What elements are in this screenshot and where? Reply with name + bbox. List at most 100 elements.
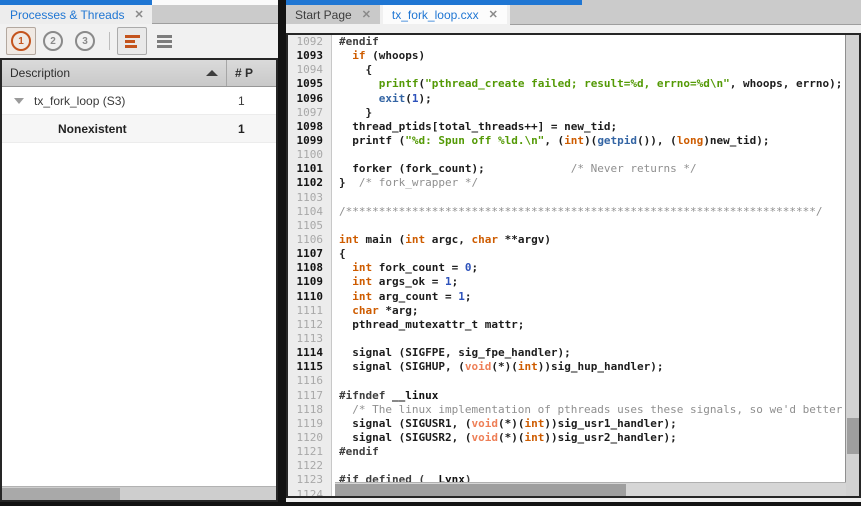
row-process-count: 1 — [226, 94, 276, 108]
line-number[interactable]: 1107 — [288, 247, 332, 261]
line-number[interactable]: 1101 — [288, 162, 332, 176]
tree-view-button[interactable] — [117, 27, 147, 55]
code-line[interactable]: 1113 — [288, 332, 846, 346]
code-line[interactable]: 1099 printf ("%d: Spun off %ld.\n", (int… — [288, 134, 846, 148]
line-number[interactable]: 1111 — [288, 304, 332, 318]
line-number[interactable]: 1112 — [288, 318, 332, 332]
editor-horizontal-scrollbar-thumb[interactable] — [335, 484, 626, 496]
code-line[interactable]: 1115 signal (SIGHUP, (void(*)(int))sig_h… — [288, 360, 846, 374]
line-number[interactable]: 1121 — [288, 445, 332, 459]
line-number[interactable]: 1123 — [288, 473, 332, 487]
expander-triangle-icon[interactable] — [14, 98, 24, 104]
editor-horizontal-scrollbar[interactable] — [335, 482, 846, 496]
process-tree-rows: tx_fork_loop (S3)1Nonexistent1 — [2, 87, 276, 486]
line-content: { — [332, 247, 346, 261]
code-line[interactable]: 1101 forker (fork_count); /* Never retur… — [288, 162, 846, 176]
code-line[interactable]: 1096 exit(1); — [288, 92, 846, 106]
table-header: Description # P — [2, 60, 276, 87]
line-number[interactable]: 1096 — [288, 92, 332, 106]
line-number[interactable]: 1097 — [288, 106, 332, 120]
column-header-description[interactable]: Description — [2, 66, 206, 80]
line-number[interactable]: 1114 — [288, 346, 332, 360]
tab-label: Start Page — [295, 8, 352, 22]
code-line[interactable]: 1122 — [288, 459, 846, 473]
line-number[interactable]: 1115 — [288, 360, 332, 374]
code-line[interactable]: 1106int main (int argc, char **argv) — [288, 233, 846, 247]
code-line[interactable]: 1107{ — [288, 247, 846, 261]
code-line[interactable]: 1116 — [288, 374, 846, 388]
close-icon[interactable]: ✕ — [135, 8, 144, 21]
sort-ascending-icon[interactable] — [206, 70, 218, 76]
code-line[interactable]: 1094 { — [288, 63, 846, 77]
line-number[interactable]: 1109 — [288, 275, 332, 289]
left-horizontal-scrollbar-thumb[interactable] — [2, 488, 120, 500]
close-icon[interactable]: ✕ — [362, 8, 371, 21]
column-header-num-processes[interactable]: # P — [227, 66, 276, 80]
line-number[interactable]: 1113 — [288, 332, 332, 346]
tab-tx-fork-loop-cxx[interactable]: tx_fork_loop.cxx✕ — [383, 5, 507, 24]
code-line[interactable]: 1108 int fork_count = 0; — [288, 261, 846, 275]
code-line[interactable]: 1105 — [288, 219, 846, 233]
line-number[interactable]: 1094 — [288, 63, 332, 77]
tab-processes-threads[interactable]: Processes & Threads ✕ — [0, 5, 152, 24]
line-number[interactable]: 1095 — [288, 77, 332, 91]
line-number[interactable]: 1092 — [288, 35, 332, 49]
line-number[interactable]: 1105 — [288, 219, 332, 233]
line-number[interactable]: 1099 — [288, 134, 332, 148]
code-line[interactable]: 1104/***********************************… — [288, 205, 846, 219]
code-line[interactable]: 1109 int args_ok = 1; — [288, 275, 846, 289]
code-line[interactable]: 1095 printf("pthread_create failed; resu… — [288, 77, 846, 91]
tab-start-page[interactable]: Start Page ✕ — [286, 5, 380, 24]
line-number[interactable]: 1104 — [288, 205, 332, 219]
vertical-scrollbar-thumb[interactable] — [847, 418, 859, 454]
code-line[interactable]: 1119 signal (SIGUSR1, (void(*)(int))sig_… — [288, 417, 846, 431]
left-horizontal-scrollbar[interactable] — [2, 486, 276, 500]
line-number[interactable]: 1116 — [288, 374, 332, 388]
list-view-icon — [157, 35, 172, 48]
line-number[interactable]: 1110 — [288, 290, 332, 304]
line-number[interactable]: 1124 — [288, 488, 332, 497]
code-line[interactable]: 1112 pthread_mutexattr_t mattr; — [288, 318, 846, 332]
code-line[interactable]: 1092#endif — [288, 35, 846, 49]
line-number[interactable]: 1093 — [288, 49, 332, 63]
line-number[interactable]: 1108 — [288, 261, 332, 275]
line-number[interactable]: 1122 — [288, 459, 332, 473]
line-number[interactable]: 1102 — [288, 176, 332, 190]
code-line[interactable]: 1120 signal (SIGUSR2, (void(*)(int))sig_… — [288, 431, 846, 445]
group-level-2-button[interactable]: 2 — [38, 27, 68, 55]
line-number[interactable]: 1100 — [288, 148, 332, 162]
table-row[interactable]: tx_fork_loop (S3)1 — [2, 87, 276, 115]
vertical-scrollbar[interactable] — [845, 35, 859, 496]
line-number[interactable]: 1106 — [288, 233, 332, 247]
code-line[interactable]: 1097 } — [288, 106, 846, 120]
line-content: exit(1); — [332, 92, 432, 106]
tree-view-icon — [125, 35, 140, 48]
code-line[interactable]: 1121#endif — [288, 445, 846, 459]
line-content: thread_ptids[total_threads++] = new_tid; — [332, 120, 617, 134]
code-line[interactable]: 1118 /* The linux implementation of pthr… — [288, 403, 846, 417]
code-line[interactable]: 1102} /* fork_wrapper */ — [288, 176, 846, 190]
line-number[interactable]: 1120 — [288, 431, 332, 445]
line-number[interactable]: 1119 — [288, 417, 332, 431]
group-level-1-button[interactable]: 1 — [6, 27, 36, 55]
code-line[interactable]: 1111 char *arg; — [288, 304, 846, 318]
line-number[interactable]: 1098 — [288, 120, 332, 134]
code-line[interactable]: 1103 — [288, 191, 846, 205]
line-number[interactable]: 1103 — [288, 191, 332, 205]
code-line[interactable]: 1117#ifndef __linux — [288, 389, 846, 403]
source-code-lines[interactable]: 1092#endif1093 if (whoops)1094 {1095 pri… — [288, 35, 846, 496]
circled-2-icon: 2 — [43, 31, 63, 51]
line-content: #ifndef __linux — [332, 389, 438, 403]
code-line[interactable]: 1110 int arg_count = 1; — [288, 290, 846, 304]
line-content: signal (SIGHUP, (void(*)(int))sig_hup_ha… — [332, 360, 664, 374]
code-line[interactable]: 1098 thread_ptids[total_threads++] = new… — [288, 120, 846, 134]
list-view-button[interactable] — [149, 27, 179, 55]
table-row[interactable]: Nonexistent1 — [2, 115, 276, 143]
code-line[interactable]: 1093 if (whoops) — [288, 49, 846, 63]
line-number[interactable]: 1118 — [288, 403, 332, 417]
group-level-3-button[interactable]: 3 — [70, 27, 100, 55]
close-icon[interactable]: ✕ — [489, 8, 498, 21]
code-line[interactable]: 1100 — [288, 148, 846, 162]
line-number[interactable]: 1117 — [288, 389, 332, 403]
code-line[interactable]: 1114 signal (SIGFPE, sig_fpe_handler); — [288, 346, 846, 360]
